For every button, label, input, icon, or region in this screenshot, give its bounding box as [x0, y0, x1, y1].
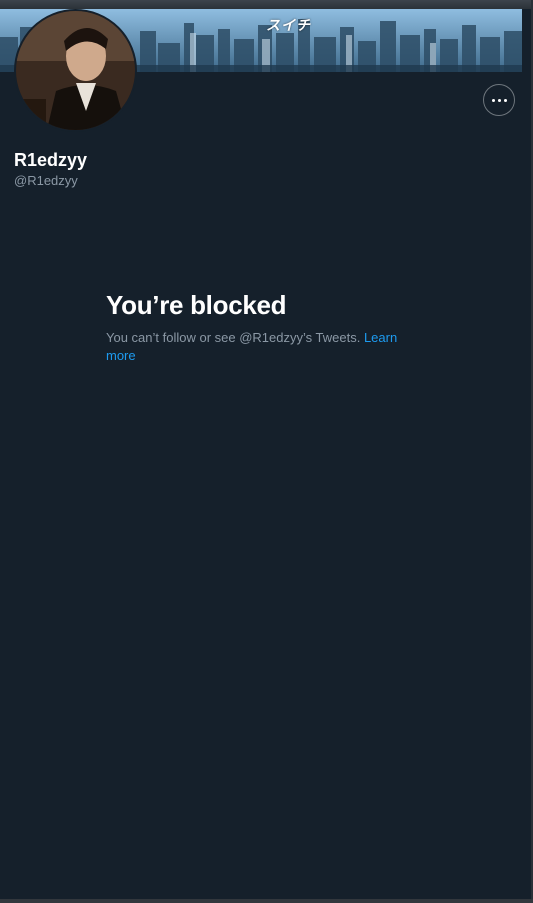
profile-handle: @R1edzyy: [14, 173, 78, 188]
blocked-title: You’re blocked: [106, 290, 287, 320]
blocked-message: You can’t follow or see @R1edzyy’s Tweet…: [106, 329, 416, 365]
more-horizontal-icon: [491, 98, 495, 102]
more-horizontal-icon-dot: [503, 98, 507, 102]
blocked-message-text: You can’t follow or see @R1edzyy’s Tweet…: [106, 330, 364, 345]
avatar-photo: [16, 11, 135, 130]
window-top-strip: [0, 0, 533, 9]
window-bottom-strip: [0, 899, 533, 903]
more-options-button[interactable]: [483, 84, 515, 116]
profile-avatar[interactable]: [14, 9, 137, 132]
profile-display-name: R1edzyy: [14, 150, 88, 170]
more-horizontal-icon-dot: [497, 98, 501, 102]
banner-caption: スイチ: [266, 17, 311, 33]
profile-page: スイチ R1edzyy @R1edzyy You’re blocked You …: [0, 0, 533, 903]
